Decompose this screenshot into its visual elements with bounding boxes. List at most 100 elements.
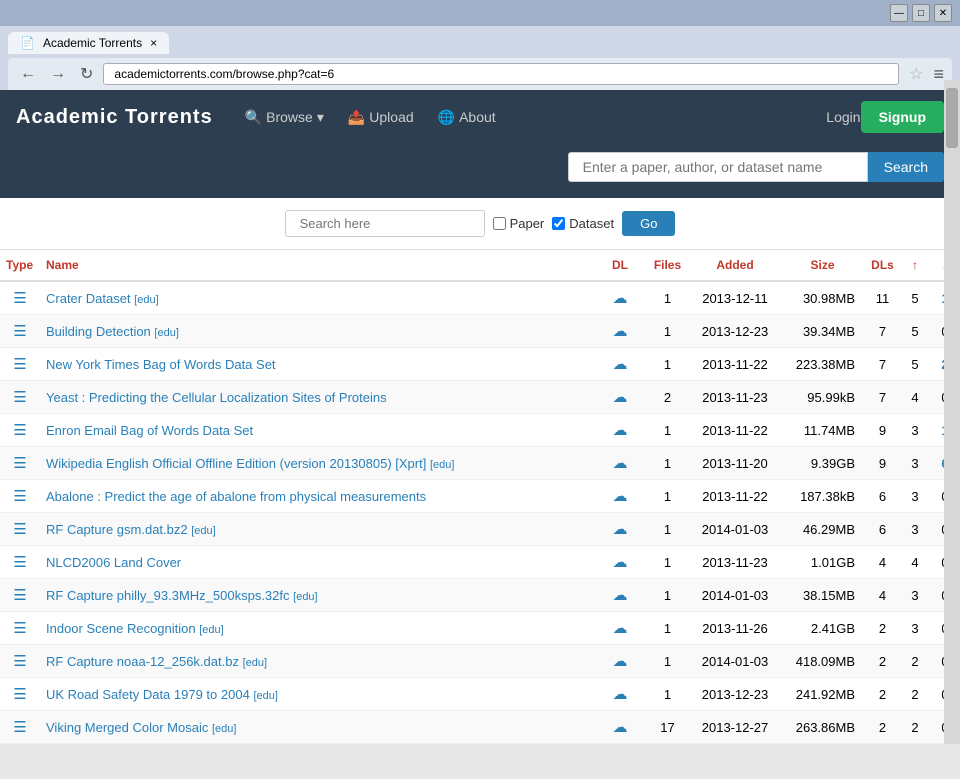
nav-about[interactable]: 🌐 About bbox=[426, 109, 508, 126]
row-dl-icon[interactable]: ☁ bbox=[595, 678, 645, 711]
row-name-link[interactable]: Wikipedia English Official Offline Editi… bbox=[46, 456, 426, 471]
login-button[interactable]: Login bbox=[826, 109, 860, 125]
download-cloud-icon[interactable]: ☁ bbox=[613, 554, 628, 571]
row-name-link[interactable]: Abalone : Predict the age of abalone fro… bbox=[46, 489, 426, 504]
download-cloud-icon[interactable]: ☁ bbox=[613, 323, 628, 340]
paper-checkbox[interactable] bbox=[493, 217, 506, 230]
row-dls: 4 bbox=[865, 546, 900, 579]
col-header-added[interactable]: Added bbox=[690, 250, 780, 281]
row-dl-icon[interactable]: ☁ bbox=[595, 381, 645, 414]
download-cloud-icon[interactable]: ☁ bbox=[613, 488, 628, 505]
row-dl-icon[interactable]: ☁ bbox=[595, 281, 645, 315]
row-up: 3 bbox=[900, 480, 930, 513]
browser-menu-icon[interactable]: ≡ bbox=[933, 64, 944, 85]
col-header-dls[interactable]: DLs bbox=[865, 250, 900, 281]
close-button[interactable]: ✕ bbox=[934, 4, 952, 22]
row-name-link[interactable]: Building Detection bbox=[46, 324, 151, 339]
row-up: 5 bbox=[900, 348, 930, 381]
row-up: 5 bbox=[900, 281, 930, 315]
main-search-input[interactable] bbox=[568, 152, 868, 182]
row-dl-icon[interactable]: ☁ bbox=[595, 579, 645, 612]
table-row: ☰Enron Email Bag of Words Data Set☁12013… bbox=[0, 414, 960, 447]
filter-search-input[interactable] bbox=[285, 210, 485, 237]
forward-button[interactable]: → bbox=[46, 63, 70, 85]
dataset-checkbox[interactable] bbox=[552, 217, 565, 230]
download-cloud-icon[interactable]: ☁ bbox=[613, 521, 628, 538]
row-name-link[interactable]: Viking Merged Color Mosaic bbox=[46, 720, 208, 735]
row-name-link[interactable]: Indoor Scene Recognition bbox=[46, 621, 196, 636]
download-cloud-icon[interactable]: ☁ bbox=[613, 719, 628, 736]
row-dl-icon[interactable]: ☁ bbox=[595, 348, 645, 381]
download-cloud-icon[interactable]: ☁ bbox=[613, 620, 628, 637]
col-header-size[interactable]: Size bbox=[780, 250, 865, 281]
scrollbar-thumb[interactable] bbox=[946, 88, 958, 148]
row-dl-icon[interactable]: ☁ bbox=[595, 480, 645, 513]
browser-tab[interactable]: 📄 Academic Torrents × bbox=[8, 32, 169, 54]
download-cloud-icon[interactable]: ☁ bbox=[613, 686, 628, 703]
data-table-container: Type Name DL Files Added Size DLs ↑ ↓ ☰C… bbox=[0, 250, 960, 744]
download-cloud-icon[interactable]: ☁ bbox=[613, 455, 628, 472]
row-dl-icon[interactable]: ☁ bbox=[595, 645, 645, 678]
signup-button[interactable]: Signup bbox=[861, 101, 944, 133]
row-added: 2014-01-03 bbox=[690, 579, 780, 612]
download-cloud-icon[interactable]: ☁ bbox=[613, 422, 628, 439]
go-button[interactable]: Go bbox=[622, 211, 675, 236]
row-dl-icon[interactable]: ☁ bbox=[595, 315, 645, 348]
row-name-link[interactable]: RF Capture gsm.dat.bz2 bbox=[46, 522, 188, 537]
row-name-link[interactable]: Yeast : Predicting the Cellular Localiza… bbox=[46, 390, 387, 405]
maximize-button[interactable]: □ bbox=[912, 4, 930, 22]
row-dl-icon[interactable]: ☁ bbox=[595, 414, 645, 447]
minimize-button[interactable]: — bbox=[890, 4, 908, 22]
data-table: Type Name DL Files Added Size DLs ↑ ↓ ☰C… bbox=[0, 250, 960, 744]
dataset-filter-label[interactable]: Dataset bbox=[552, 216, 614, 231]
nav-upload[interactable]: 📤 Upload bbox=[336, 109, 426, 126]
row-name-link[interactable]: UK Road Safety Data 1979 to 2004 bbox=[46, 687, 250, 702]
table-row: ☰Viking Merged Color Mosaic [edu]☁172013… bbox=[0, 711, 960, 744]
row-name-link[interactable]: Enron Email Bag of Words Data Set bbox=[46, 423, 253, 438]
download-cloud-icon[interactable]: ☁ bbox=[613, 356, 628, 373]
bookmark-icon[interactable]: ☆ bbox=[909, 64, 923, 84]
col-header-files[interactable]: Files bbox=[645, 250, 690, 281]
row-name-link[interactable]: NLCD2006 Land Cover bbox=[46, 555, 181, 570]
download-cloud-icon[interactable]: ☁ bbox=[613, 653, 628, 670]
row-size: 39.34MB bbox=[780, 315, 865, 348]
back-button[interactable]: ← bbox=[16, 63, 40, 85]
row-files: 1 bbox=[645, 678, 690, 711]
row-dl-icon[interactable]: ☁ bbox=[595, 711, 645, 744]
row-name-link[interactable]: New York Times Bag of Words Data Set bbox=[46, 357, 276, 372]
row-dl-icon[interactable]: ☁ bbox=[595, 546, 645, 579]
row-files: 1 bbox=[645, 447, 690, 480]
refresh-button[interactable]: ↻ bbox=[76, 62, 97, 86]
address-bar[interactable] bbox=[103, 63, 899, 85]
tab-icon: 📄 bbox=[20, 36, 35, 50]
tab-close-icon[interactable]: × bbox=[150, 36, 157, 50]
row-name-link[interactable]: RF Capture noaa-12_256k.dat.bz bbox=[46, 654, 239, 669]
row-name: Viking Merged Color Mosaic [edu] bbox=[40, 711, 595, 744]
row-up: 4 bbox=[900, 546, 930, 579]
row-dl-icon[interactable]: ☁ bbox=[595, 612, 645, 645]
edu-tag: [edu] bbox=[243, 657, 267, 669]
row-name-link[interactable]: RF Capture philly_93.3MHz_500ksps.32fc bbox=[46, 588, 290, 603]
col-header-up[interactable]: ↑ bbox=[900, 250, 930, 281]
row-size: 187.38kB bbox=[780, 480, 865, 513]
paper-filter-label[interactable]: Paper bbox=[493, 216, 545, 231]
row-name: Crater Dataset [edu] bbox=[40, 281, 595, 315]
download-cloud-icon[interactable]: ☁ bbox=[613, 587, 628, 604]
row-dls: 6 bbox=[865, 513, 900, 546]
nav-upload-label: Upload bbox=[369, 109, 413, 125]
row-type-icon: ☰ bbox=[0, 447, 40, 480]
row-dl-icon[interactable]: ☁ bbox=[595, 447, 645, 480]
download-cloud-icon[interactable]: ☁ bbox=[613, 389, 628, 406]
row-up: 3 bbox=[900, 447, 930, 480]
download-cloud-icon[interactable]: ☁ bbox=[613, 290, 628, 307]
row-added: 2013-11-23 bbox=[690, 546, 780, 579]
browse-icon: 🔍 bbox=[245, 109, 262, 126]
main-search-button[interactable]: Search bbox=[868, 152, 944, 182]
row-name-link[interactable]: Crater Dataset bbox=[46, 291, 131, 306]
col-header-name[interactable]: Name bbox=[40, 250, 595, 281]
row-dl-icon[interactable]: ☁ bbox=[595, 513, 645, 546]
row-added: 2013-12-27 bbox=[690, 711, 780, 744]
table-row: ☰UK Road Safety Data 1979 to 2004 [edu]☁… bbox=[0, 678, 960, 711]
nav-browse[interactable]: 🔍 Browse ▾ bbox=[233, 109, 336, 126]
scrollbar[interactable] bbox=[944, 80, 960, 744]
